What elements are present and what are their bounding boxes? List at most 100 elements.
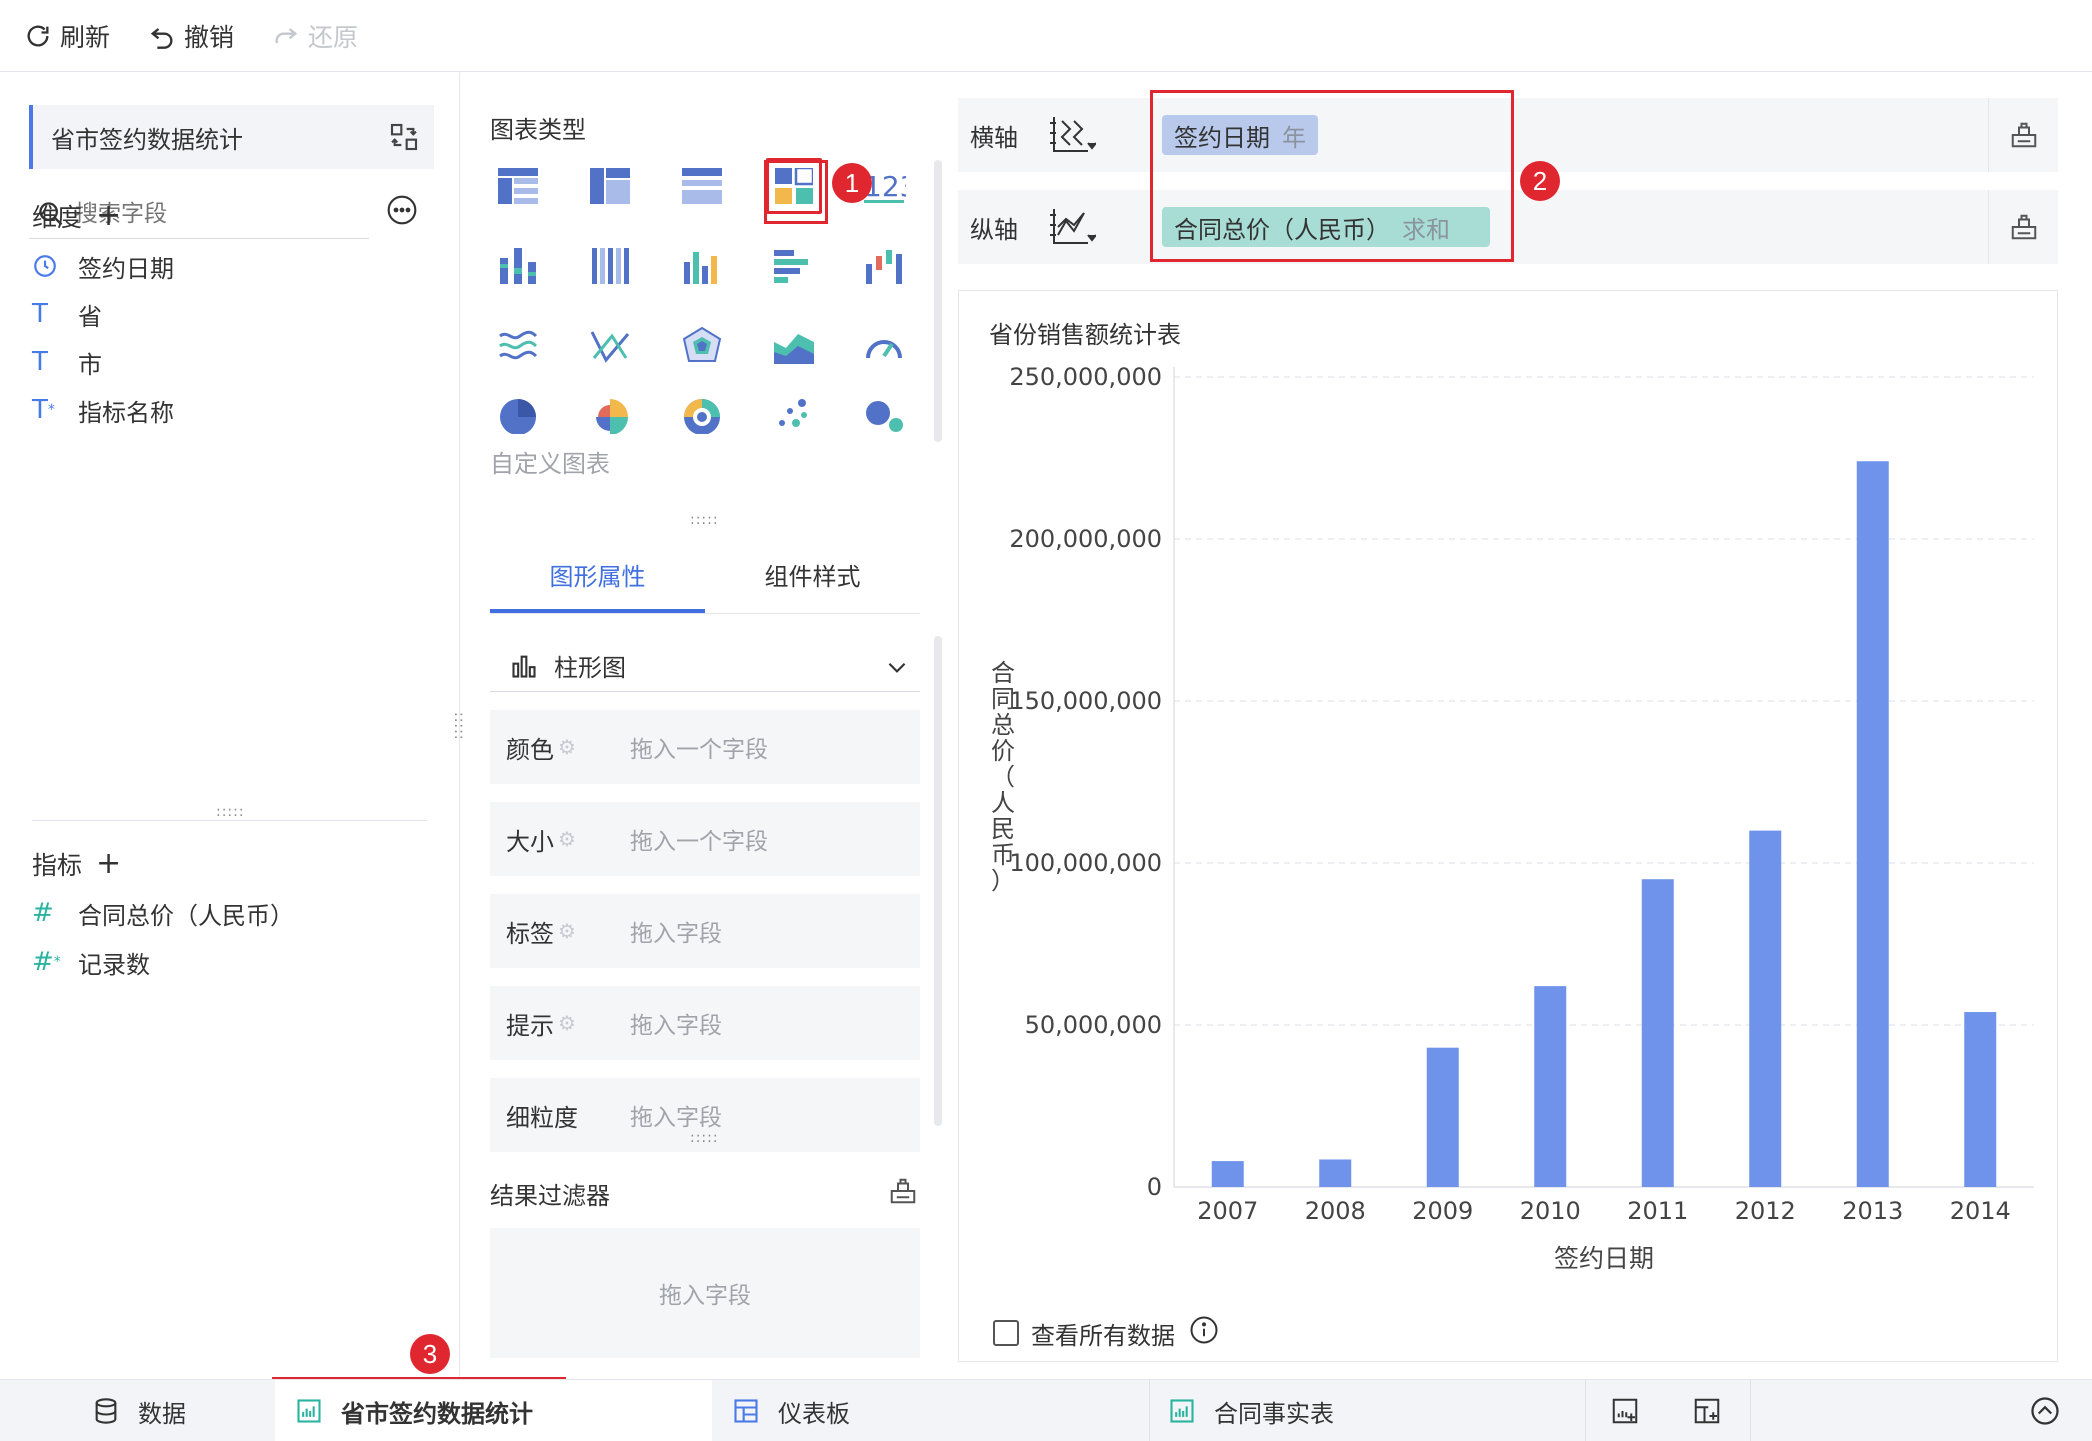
y-tick-label: 0 (1147, 1173, 1162, 1201)
y-axis-type-icon[interactable] (1048, 205, 1138, 249)
dimension-item[interactable]: 签约日期 (32, 246, 174, 286)
tab-graphic-properties[interactable]: 图形属性 (490, 540, 705, 613)
x-tick-label: 2011 (1627, 1197, 1688, 1225)
measure-item[interactable]: # * 记录数 (32, 942, 150, 982)
refresh-label: 刷新 (60, 22, 111, 52)
step-badge-2: 2 (1520, 161, 1560, 201)
panel-resize-handle[interactable]: ::::: (216, 804, 245, 820)
section-resize-handle[interactable]: ::::: (690, 512, 719, 528)
bubble-chart-icon[interactable] (856, 396, 912, 434)
drop-zone[interactable]: 拖入一个字段 (630, 730, 768, 764)
dimension-item[interactable]: T 省 (32, 294, 102, 334)
x-tick-label: 2010 (1520, 1197, 1581, 1225)
gear-icon[interactable]: ⚙ (558, 919, 576, 943)
bar-chart-icon[interactable] (674, 238, 730, 294)
x-axis-settings-icon[interactable] (1988, 98, 2058, 172)
add-dashboard-icon[interactable] (1692, 1380, 1740, 1441)
waterfall-chart-icon[interactable] (856, 238, 912, 294)
x-axis-type-icon[interactable] (1048, 113, 1138, 157)
bar-chart-icon (297, 1399, 321, 1423)
add-measure-icon[interactable]: + (96, 849, 121, 879)
dimension-label: 签约日期 (78, 254, 174, 283)
section-resize-handle[interactable]: ::::: (690, 1130, 719, 1146)
text-type-icon: T (32, 347, 48, 377)
chart-type-select[interactable]: 柱形图 (490, 640, 920, 692)
dimension-label: 市 (78, 350, 102, 379)
more-options-icon[interactable] (386, 194, 418, 230)
horizontal-bar-icon[interactable] (766, 238, 822, 294)
column-resize-handle[interactable]: ::::: (451, 712, 467, 741)
redo-icon (275, 27, 298, 43)
y-tick-label: 100,000,000 (1009, 849, 1162, 877)
chart-types-scrollbar[interactable] (934, 160, 942, 442)
measure-item[interactable]: # 合同总价（人民币） (32, 893, 294, 933)
collapse-tabs-icon[interactable] (2030, 1380, 2078, 1441)
dimension-item[interactable]: T * 指标名称 (32, 390, 174, 430)
gauge-chart-icon[interactable] (856, 318, 912, 374)
gear-icon[interactable]: ⚙ (558, 735, 576, 759)
detail-table-icon[interactable] (674, 158, 730, 214)
property-name: 细粒度 (506, 1103, 578, 1132)
tab-label: 省市签约数据统计 (341, 1399, 533, 1428)
line-chart-icon[interactable] (582, 318, 638, 374)
bar-2008 (1319, 1159, 1352, 1187)
measure-label: 记录数 (78, 950, 150, 979)
wave-line-icon[interactable] (490, 318, 546, 374)
properties-scrollbar[interactable] (934, 636, 942, 1126)
tab-component-style[interactable]: 组件样式 (705, 540, 920, 613)
tab-label: 合同事实表 (1214, 1399, 1334, 1428)
add-component-icon[interactable] (1610, 1380, 1658, 1441)
drop-zone[interactable]: 拖入字段 (630, 914, 722, 948)
label-property-row[interactable]: 标签 ⚙ 拖入字段 (490, 894, 920, 968)
tab-separator (1149, 1380, 1150, 1441)
dashboard-icon (734, 1399, 758, 1423)
chevron-down-icon (888, 662, 906, 673)
tooltip-property-row[interactable]: 提示 ⚙ 拖入字段 (490, 986, 920, 1060)
y-axis-settings-icon[interactable] (1988, 190, 2058, 264)
table-chart-icon[interactable] (490, 158, 546, 214)
rose-chart-icon[interactable] (582, 396, 638, 434)
group-table-icon[interactable] (582, 158, 638, 214)
tab-contract-facts[interactable]: 合同事实表 (1168, 1380, 1334, 1441)
drop-zone[interactable]: 拖入字段 (630, 1098, 722, 1132)
undo-icon (150, 27, 173, 49)
bar-2010 (1534, 986, 1567, 1187)
undo-button[interactable]: 撤销 (148, 18, 234, 54)
view-all-data[interactable]: 查看所有数据 (993, 1315, 1219, 1351)
sunburst-chart-icon[interactable] (674, 396, 730, 434)
add-dimension-icon[interactable]: + (96, 201, 121, 231)
drop-zone[interactable]: 拖入字段 (630, 1006, 722, 1040)
filter-settings-icon[interactable] (888, 1176, 918, 1210)
size-property-row[interactable]: 大小 ⚙ 拖入一个字段 (490, 802, 920, 876)
gear-icon[interactable]: ⚙ (558, 1011, 576, 1035)
scatter-chart-icon[interactable] (766, 396, 822, 434)
y-axis-label: 纵轴 (970, 215, 1018, 244)
radar-chart-icon[interactable] (674, 318, 730, 374)
tab-current-sheet[interactable]: 省市签约数据统计 (275, 1380, 712, 1441)
result-filter-drop-zone[interactable]: 拖入字段 (490, 1228, 920, 1358)
dimension-item[interactable]: T 市 (32, 342, 102, 382)
dataset-title[interactable]: 省市签约数据统计 (29, 105, 434, 169)
hash-star-icon: # * (32, 947, 61, 977)
measure-header-label: 指标 (32, 851, 83, 880)
pie-chart-icon[interactable] (490, 396, 546, 434)
stacked-bar-icon[interactable] (582, 238, 638, 294)
view-all-checkbox[interactable] (993, 1320, 1019, 1346)
tab-data[interactable]: 数据 (92, 1380, 186, 1441)
info-icon[interactable] (1189, 1315, 1219, 1351)
refresh-button[interactable]: 刷新 (24, 18, 110, 54)
redo-button[interactable]: 还原 (272, 18, 358, 54)
x-axis-title: 签约日期 (1554, 1244, 1654, 1273)
tab-dashboard[interactable]: 仪表板 (732, 1380, 850, 1441)
chart-type-value: 柱形图 (554, 654, 626, 682)
chart-types-label: 图表类型 (490, 116, 586, 144)
switch-dataset-icon[interactable] (388, 121, 420, 159)
grouped-bar-icon[interactable] (490, 238, 546, 294)
area-chart-icon[interactable] (766, 318, 822, 374)
gear-icon[interactable]: ⚙ (558, 827, 576, 851)
x-axis-label: 横轴 (970, 123, 1018, 152)
x-tick-label: 2008 (1305, 1197, 1366, 1225)
clock-icon (32, 253, 78, 279)
drop-zone[interactable]: 拖入一个字段 (630, 822, 768, 856)
color-property-row[interactable]: 颜色 ⚙ 拖入一个字段 (490, 710, 920, 784)
